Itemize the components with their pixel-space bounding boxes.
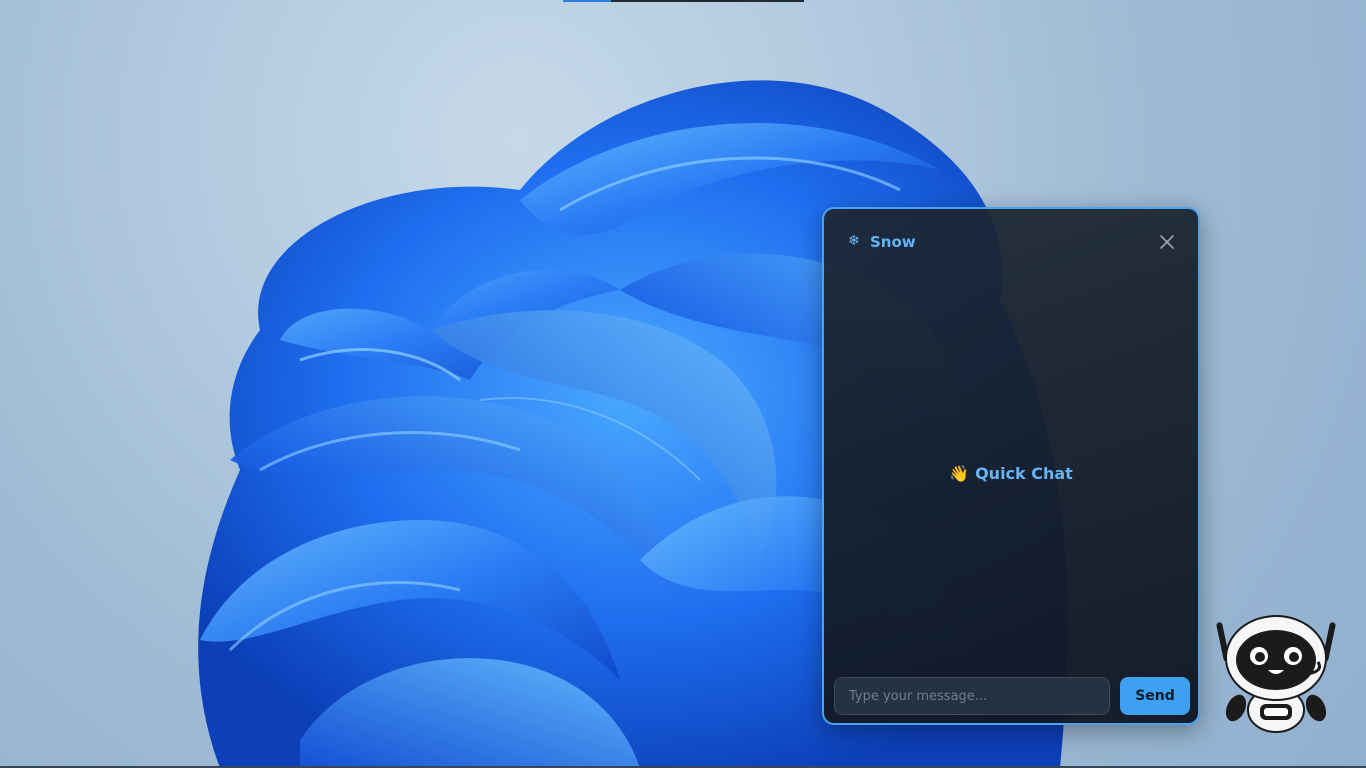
- welcome-heading: 👋 Quick Chat: [824, 464, 1198, 484]
- close-icon-glyph: [1160, 235, 1174, 249]
- top-progress-strip: [563, 0, 804, 2]
- snowflake-icon: ❄: [848, 233, 860, 249]
- waving-hand-icon: 👋: [949, 464, 970, 483]
- message-input[interactable]: [834, 677, 1110, 715]
- chat-header: ❄ Snow: [824, 209, 1198, 273]
- robot-assistant-icon[interactable]: [1214, 612, 1338, 736]
- robot-graphic: [1216, 615, 1336, 733]
- chat-window: ❄ Snow 👋 Quick Chat Send: [822, 207, 1200, 725]
- chat-message-area: 👋 Quick Chat: [824, 273, 1198, 673]
- close-icon[interactable]: [1158, 233, 1176, 251]
- top-progress-fill: [563, 0, 612, 2]
- send-button[interactable]: Send: [1120, 677, 1190, 715]
- chat-title: Snow: [870, 233, 916, 251]
- welcome-text: Quick Chat: [975, 464, 1073, 483]
